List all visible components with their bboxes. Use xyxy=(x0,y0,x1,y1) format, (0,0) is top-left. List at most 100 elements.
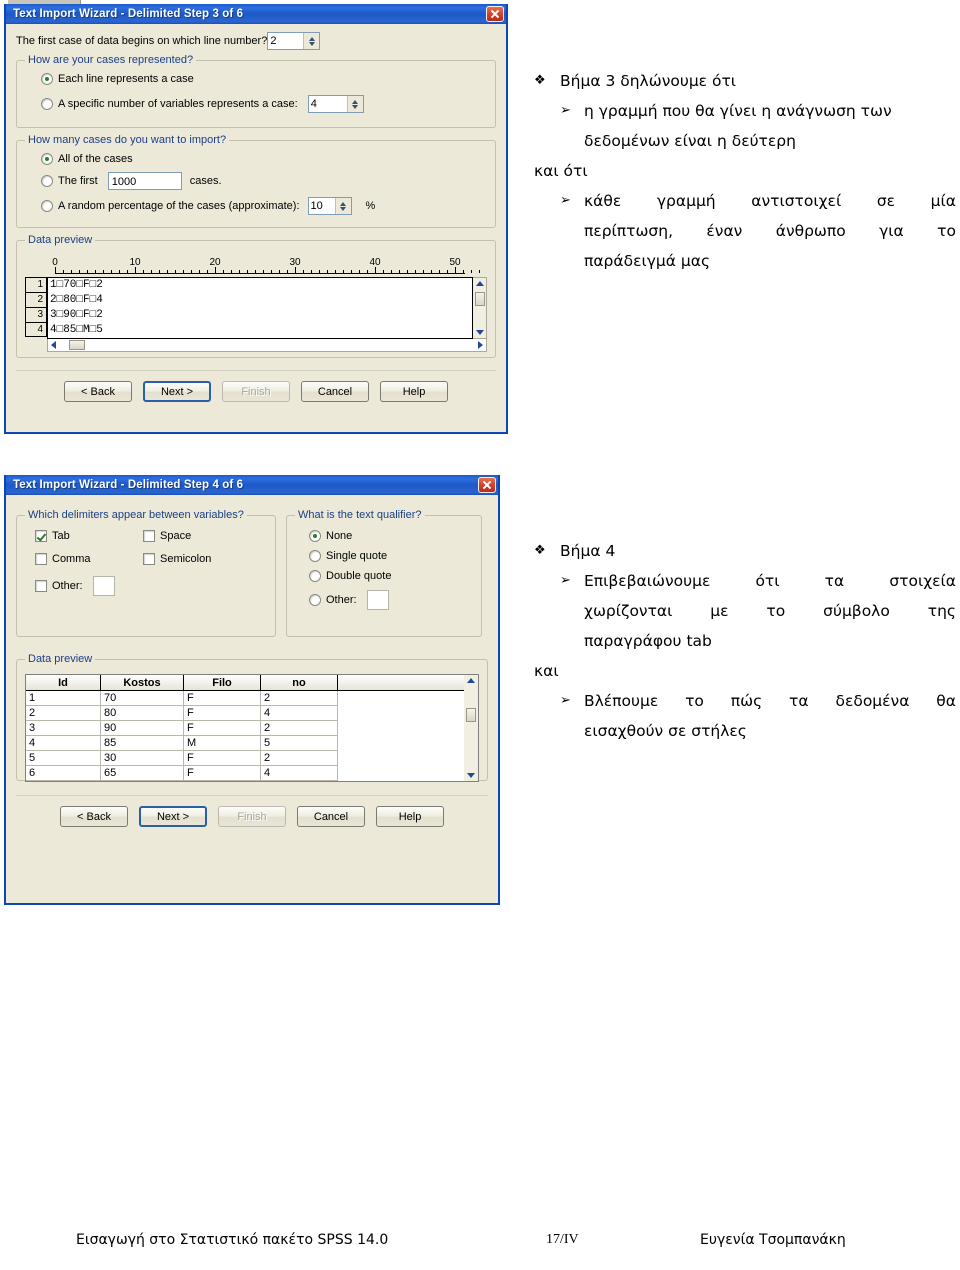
checkbox-comma-row[interactable]: Comma xyxy=(35,553,143,565)
checkbox-tab[interactable] xyxy=(35,530,47,542)
scrollbar-thumb[interactable] xyxy=(474,292,485,306)
spin-up-icon[interactable] xyxy=(340,201,347,206)
scroll-right-icon[interactable] xyxy=(478,341,483,349)
how-many-cases-group: How many cases do you want to import? Al… xyxy=(16,134,496,228)
random-percentage-spin-buttons[interactable] xyxy=(334,198,351,214)
first-n-cases-input[interactable]: 1000 xyxy=(107,172,182,190)
back-button[interactable]: < Back xyxy=(60,806,128,827)
first-case-line-spin-buttons[interactable] xyxy=(303,33,319,49)
option-first-n-row[interactable]: The first 1000 cases. xyxy=(41,172,487,190)
checkbox-comma[interactable] xyxy=(35,553,47,565)
notes-line: Βλέπουμε το πώς τα δεδομένα θα xyxy=(584,692,956,710)
variables-per-case-value[interactable]: 4 xyxy=(309,96,347,112)
cell-kostos: 70 xyxy=(100,690,184,706)
radio-specific-count[interactable] xyxy=(41,98,53,110)
scroll-left-icon[interactable] xyxy=(51,341,56,349)
radio-each-line[interactable] xyxy=(41,73,53,85)
back-button[interactable]: < Back xyxy=(64,381,132,402)
radio-random-percentage[interactable] xyxy=(41,200,53,212)
notes-block1-sub1: ➢ η γραμμή που θα γίνει η ανάγνωση των δ… xyxy=(560,96,956,156)
other-delimiter-input[interactable] xyxy=(92,576,115,596)
ruler-tick-minor xyxy=(87,270,88,273)
column-header-kostos[interactable]: Kostos xyxy=(100,675,184,691)
dialog4-data-preview-legend: Data preview xyxy=(25,653,96,665)
scrollbar-thumb[interactable] xyxy=(69,340,85,350)
radio-single-quote-row[interactable]: Single quote xyxy=(309,550,473,562)
option-random-pct-label: A random percentage of the cases (approx… xyxy=(58,200,300,212)
option-all-cases-row[interactable]: All of the cases xyxy=(41,153,487,165)
cell-kostos: 85 xyxy=(100,735,184,751)
radio-double-quote-row[interactable]: Double quote xyxy=(309,570,473,582)
first-case-line-stepper[interactable]: 2 xyxy=(267,32,320,50)
radio-none-row[interactable]: None xyxy=(309,530,473,542)
spin-up-icon[interactable] xyxy=(308,36,315,41)
column-header-id[interactable]: Id xyxy=(26,675,101,691)
other-qualifier-input[interactable] xyxy=(366,590,389,610)
raw-text-area[interactable]: 1□70□F□2 2□80□F□4 3□90□F□2 4□85□M□5 xyxy=(47,277,473,339)
arrow-bullet-icon: ➢ xyxy=(560,103,571,118)
option-random-pct-row[interactable]: A random percentage of the cases (approx… xyxy=(41,197,487,215)
preview-grid[interactable]: Id Kostos Filo no 1 70 F 2 2 80 F 4 3 90… xyxy=(25,674,479,782)
ruler-tick-minor xyxy=(207,270,208,273)
spin-down-icon[interactable] xyxy=(340,206,347,211)
column-header-filo[interactable]: Filo xyxy=(183,675,261,691)
dialog3-body: The first case of data begins on which l… xyxy=(6,24,506,402)
scrollbar-thumb[interactable] xyxy=(466,708,476,722)
option-each-line-row[interactable]: Each line represents a case xyxy=(41,73,487,85)
dialog3-data-preview-group: Data preview 0 10 20 30 40 50 1 2 3 4 1□… xyxy=(16,234,496,358)
radio-qualifier-single-quote[interactable] xyxy=(309,550,321,562)
scroll-up-icon[interactable] xyxy=(467,678,475,683)
ruler-tick-minor xyxy=(471,270,472,273)
checkbox-other-delimiter[interactable] xyxy=(35,580,47,592)
cancel-button[interactable]: Cancel xyxy=(301,381,369,402)
radio-qualifier-none[interactable] xyxy=(309,530,321,542)
checkbox-semicolon-row[interactable]: Semicolon xyxy=(143,553,263,565)
scroll-down-icon[interactable] xyxy=(475,330,484,335)
radio-other-qualifier-row[interactable]: Other: xyxy=(309,590,473,610)
spin-down-icon[interactable] xyxy=(308,41,315,46)
radio-all-cases[interactable] xyxy=(41,153,53,165)
arrow-bullet-icon: ➢ xyxy=(560,573,571,588)
help-button[interactable]: Help xyxy=(380,381,448,402)
random-percentage-value[interactable]: 10 xyxy=(309,198,335,214)
random-percentage-stepper[interactable]: 10 xyxy=(307,197,352,215)
next-button[interactable]: Next > xyxy=(143,381,211,402)
checkbox-semicolon[interactable] xyxy=(143,553,155,565)
raw-preview-horizontal-scrollbar[interactable] xyxy=(47,339,487,352)
option-specific-count-row[interactable]: A specific number of variables represent… xyxy=(41,95,487,113)
spin-up-icon[interactable] xyxy=(352,99,359,104)
cell-filo: M xyxy=(183,735,261,751)
close-icon[interactable] xyxy=(478,477,496,493)
ruler-tick-minor xyxy=(127,270,128,273)
spin-down-icon[interactable] xyxy=(352,104,359,109)
first-case-line-value[interactable]: 2 xyxy=(268,33,303,49)
cell-filo: F xyxy=(183,750,261,766)
help-button[interactable]: Help xyxy=(376,806,444,827)
checkbox-space[interactable] xyxy=(143,530,155,542)
column-header-no[interactable]: no xyxy=(260,675,338,691)
ruler-tick-minor xyxy=(287,270,288,273)
radio-qualifier-double-quote[interactable] xyxy=(309,570,321,582)
preview-grid-empty-header xyxy=(338,675,464,691)
checkbox-space-row[interactable]: Space xyxy=(143,530,263,542)
close-icon[interactable] xyxy=(486,6,504,22)
variables-per-case-spin-buttons[interactable] xyxy=(346,96,363,112)
line-number-cell: 1 xyxy=(25,277,47,292)
raw-preview-vertical-scrollbar[interactable] xyxy=(473,277,487,339)
scroll-up-icon[interactable] xyxy=(475,281,484,286)
radio-first-n-cases[interactable] xyxy=(41,175,53,187)
cancel-button[interactable]: Cancel xyxy=(297,806,365,827)
notes-block-step3: ❖ Βήμα 3 δηλώνουμε ότι ➢ η γραμμή που θα… xyxy=(534,66,956,276)
scroll-down-icon[interactable] xyxy=(467,773,475,778)
next-button[interactable]: Next > xyxy=(139,806,207,827)
footer-page-number: 17/IV xyxy=(546,1232,579,1247)
radio-qualifier-other[interactable] xyxy=(309,594,321,606)
ruler-tick-minor xyxy=(119,270,120,273)
ruler-tick-minor xyxy=(247,270,248,273)
checkbox-tab-row[interactable]: Tab xyxy=(35,530,143,542)
ruler-tick-minor xyxy=(399,270,400,273)
cell-no: 4 xyxy=(260,765,338,781)
preview-grid-vertical-scrollbar[interactable] xyxy=(464,675,478,781)
checkbox-other-delimiter-row[interactable]: Other: xyxy=(35,576,143,596)
variables-per-case-stepper[interactable]: 4 xyxy=(307,95,364,113)
